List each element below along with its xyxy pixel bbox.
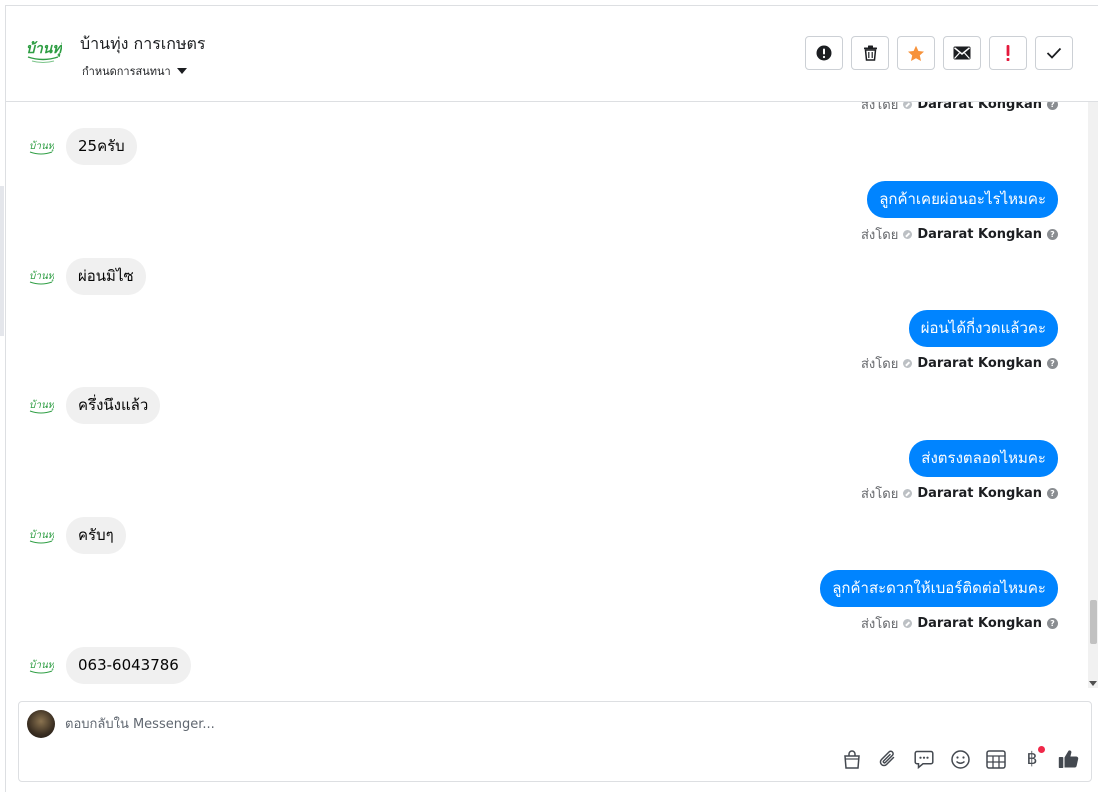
scroll-down-arrow-icon[interactable] [1089, 681, 1097, 686]
conversation-settings-label: กำหนดการสนทนา [82, 65, 171, 78]
shopping-bag-icon [844, 749, 860, 769]
left-panel-edge [0, 186, 4, 336]
help-icon[interactable]: ? [1047, 102, 1058, 110]
like-button[interactable] [1057, 748, 1079, 770]
attach-button[interactable] [877, 748, 899, 770]
emoji-button[interactable] [949, 748, 971, 770]
conversation-actions [805, 36, 1073, 70]
sent-by-meta: ส่งโดย Dararat Kongkan ? [861, 224, 1058, 245]
calculator-button[interactable] [985, 748, 1007, 770]
calculator-icon [986, 749, 1006, 769]
baht-icon: ฿ [1026, 749, 1038, 769]
customer-avatar: บ้านทุ่ง [29, 659, 54, 673]
envelope-icon [953, 46, 971, 60]
sent-check-icon [903, 359, 913, 368]
notification-dot [1038, 746, 1045, 753]
mark-important-button[interactable] [989, 36, 1027, 70]
like-icon [1058, 750, 1078, 768]
incoming-message: บ้านทุ่ง 25ครับ [28, 128, 137, 165]
help-icon[interactable]: ? [1047, 358, 1058, 369]
incoming-bubble[interactable]: 25ครับ [66, 128, 137, 165]
outgoing-bubble[interactable]: ลูกค้าเคยผ่อนอะไรไหมคะ [867, 181, 1058, 218]
mark-done-button[interactable] [1035, 36, 1073, 70]
sent-by-meta: ส่งโดย Dararat Kongkan ? [861, 483, 1058, 504]
svg-text:บ้านทุ่ง: บ้านทุ่ง [26, 41, 62, 57]
star-button[interactable] [897, 36, 935, 70]
svg-text:บ้านทุ่ง: บ้านทุ่ง [29, 659, 54, 671]
star-icon [908, 45, 924, 61]
customer-avatar: บ้านทุ่ง [29, 270, 54, 284]
sent-by-meta: ส่งโดย Dararat Kongkan ? [861, 353, 1058, 374]
trash-icon [863, 45, 877, 61]
sent-by-meta: ส่งโดย Dararat Kongkan ? [861, 613, 1058, 634]
incoming-bubble[interactable]: 063-6043786 [66, 647, 191, 684]
composer-toolbar: ฿ [841, 746, 1079, 770]
incoming-bubble[interactable]: ครึ่งนึงแล้ว [66, 387, 161, 424]
mark-unread-button[interactable] [943, 36, 981, 70]
help-icon[interactable]: ? [1047, 618, 1058, 629]
exclamation-circle-icon [816, 45, 832, 61]
payment-button[interactable]: ฿ [1021, 746, 1045, 770]
exclamation-icon [1006, 45, 1010, 61]
conversation-settings-dropdown[interactable]: กำหนดการสนทนา [82, 62, 187, 80]
caret-down-icon [176, 68, 187, 74]
saved-reply-icon [914, 750, 934, 769]
checkmark-icon [1046, 47, 1062, 59]
customer-avatar: บ้านทุ่ง [29, 529, 54, 543]
svg-text:บ้านทุ่ง: บ้านทุ่ง [29, 140, 54, 152]
incoming-bubble[interactable]: ครับๆ [66, 517, 126, 554]
mark-spam-button[interactable] [805, 36, 843, 70]
incoming-message: บ้านทุ่ง ครึ่งนึงแล้ว [28, 387, 161, 424]
reply-composer: ฿ [18, 701, 1092, 782]
delete-button[interactable] [851, 36, 889, 70]
sent-by-meta: ส่งโดย Dararat Kongkan ? [861, 102, 1058, 115]
page-title: บ้านทุ่ง การเกษตร [80, 34, 206, 53]
reply-input[interactable] [65, 712, 765, 736]
customer-avatar: บ้านทุ่ง [29, 140, 54, 154]
shop-button[interactable] [841, 748, 863, 770]
agent-avatar [27, 710, 55, 738]
paperclip-icon [879, 750, 895, 767]
sent-check-icon [903, 230, 913, 239]
saved-replies-button[interactable] [913, 748, 935, 770]
incoming-message: บ้านทุ่ง ผ่อนมิไซ [28, 258, 146, 295]
thread-scrollbar[interactable] [1088, 102, 1098, 688]
conversation-header: บ้านทุ่ง บ้านทุ่ง การเกษตร กำหนดการสนทนา [6, 6, 1098, 102]
svg-text:บ้านทุ่ง: บ้านทุ่ง [29, 270, 54, 282]
sent-check-icon [903, 489, 913, 498]
help-icon[interactable]: ? [1047, 488, 1058, 499]
incoming-bubble[interactable]: ผ่อนมิไซ [66, 258, 146, 295]
page-logo: บ้านทุ่ง [24, 36, 70, 66]
sent-check-icon [903, 102, 913, 109]
svg-text:บ้านทุ่ง: บ้านทุ่ง [29, 399, 54, 411]
sent-check-icon [903, 619, 913, 628]
emoji-icon [950, 749, 970, 769]
svg-text:บ้านทุ่ง: บ้านทุ่ง [29, 529, 54, 541]
customer-avatar: บ้านทุ่ง [29, 399, 54, 413]
incoming-message: บ้านทุ่ง 063-6043786 [28, 647, 191, 684]
help-icon[interactable]: ? [1047, 229, 1058, 240]
outgoing-bubble[interactable]: ผ่อนได้กี่งวดแล้วคะ [908, 310, 1058, 347]
scrollbar-thumb[interactable] [1090, 600, 1097, 644]
incoming-message: บ้านทุ่ง ครับๆ [28, 517, 126, 554]
outgoing-bubble[interactable]: ลูกค้าสะดวกให้เบอร์ติดต่อไหมคะ [820, 570, 1058, 607]
outgoing-bubble[interactable]: ส่งตรงตลอดไหมคะ [909, 440, 1058, 477]
message-thread[interactable]: ส่งโดย Dararat Kongkan ? บ้านทุ่ง 25ครับ… [6, 102, 1086, 688]
